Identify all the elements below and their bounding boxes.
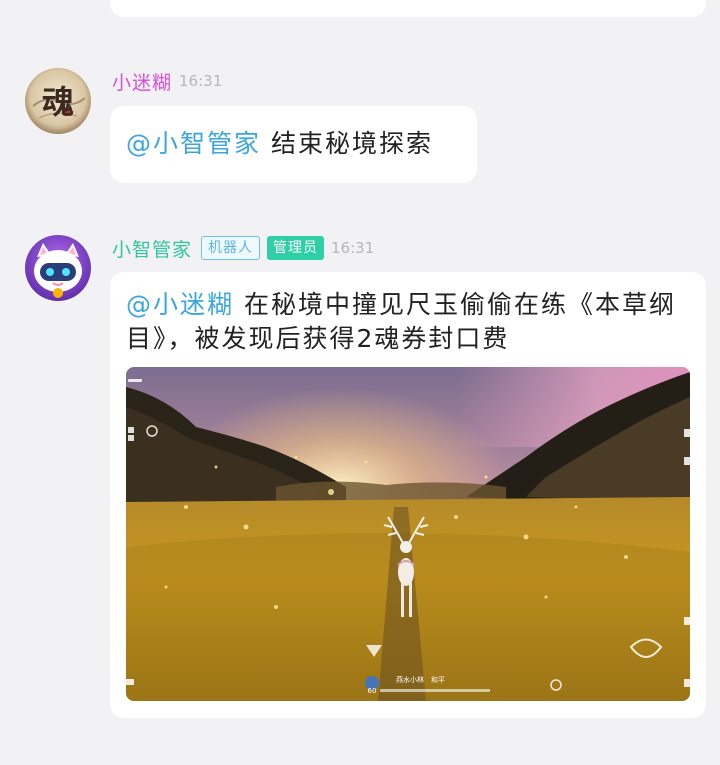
hud-level: 60 — [368, 687, 377, 695]
message-time: 16:31 — [179, 72, 223, 90]
hud-status: 和平 — [431, 675, 445, 684]
mention-link[interactable]: @小智管家 — [126, 129, 261, 158]
avatar-user[interactable]: 魂 — [25, 68, 91, 134]
message-header-user: 小迷糊 16:31 — [112, 68, 222, 94]
message-bubble-bot[interactable]: @小迷糊 在秘境中撞见尺玉偷偷在练《本草纲目》，被发现后获得2魂券封口费 60 … — [110, 272, 706, 718]
robot-tag: 机器人 — [201, 236, 261, 260]
message-time: 16:31 — [331, 239, 375, 257]
hud-location: 燕水小林 — [396, 675, 424, 684]
calligraphy-avatar-image: 魂 — [25, 68, 91, 134]
message-body: 结束秘境探索 — [270, 129, 433, 158]
message-bubble-user[interactable]: @小智管家 结束秘境探索 — [110, 106, 477, 183]
mention-link[interactable]: @小迷糊 — [126, 290, 234, 319]
game-scene: 60 燕水小林 和平 — [126, 367, 690, 701]
sender-name[interactable]: 小智管家 — [112, 235, 192, 262]
avatar-glyph: 魂 — [42, 83, 74, 121]
robot-cat-avatar-image — [25, 235, 91, 301]
message-text: @小迷糊 在秘境中撞见尺玉偷偷在练《本草纲目》，被发现后获得2魂券封口费 — [126, 288, 690, 356]
message-header-bot: 小智管家 机器人 管理员 16:31 — [112, 235, 374, 261]
avatar-bot[interactable] — [25, 235, 91, 301]
admin-tag: 管理员 — [267, 236, 325, 260]
previous-message-bubble — [110, 0, 706, 17]
sender-name[interactable]: 小迷糊 — [112, 68, 172, 95]
game-screenshot-image[interactable]: 60 燕水小林 和平 — [126, 367, 690, 701]
message-text: @小智管家 结束秘境探索 — [126, 127, 433, 161]
